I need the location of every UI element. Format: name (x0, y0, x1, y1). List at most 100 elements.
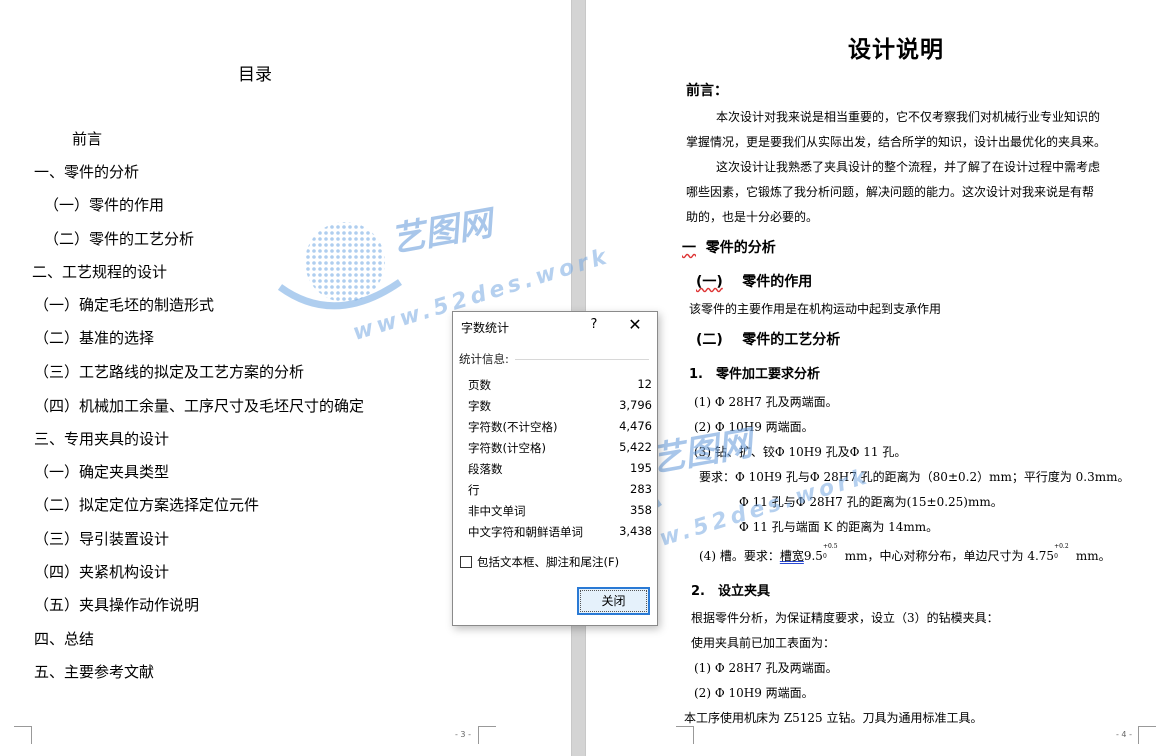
stat-label: 段落数 (468, 462, 503, 476)
item-heading: 1. 零件加工要求分析 (689, 367, 820, 382)
help-button[interactable]: ? (586, 317, 602, 332)
stat-label: 字符数(不计空格) (468, 420, 558, 434)
paragraph-line: (1) Φ 28H7 孔及两端面。 (694, 661, 838, 675)
toc-item[interactable]: 五、主要参考文献 (34, 661, 154, 682)
toc-item[interactable]: （四）夹紧机构设计 (34, 561, 169, 582)
req4-groove: 槽宽 (779, 549, 804, 563)
subsection-heading: (二) 零件的工艺分析 (696, 329, 840, 349)
toc-item[interactable]: 前言 (72, 128, 102, 149)
stat-row: 字数 3,796 (468, 398, 652, 419)
stat-label: 非中文单词 (468, 504, 526, 518)
tolerance-sup: +0.5 (822, 543, 838, 550)
close-button[interactable]: 关闭 (577, 587, 650, 615)
tolerance-sup: +0.2 (1054, 543, 1069, 550)
page-number: - 4 - (1116, 730, 1132, 739)
stat-value: 195 (630, 461, 652, 475)
paragraph-line: 掌握情况，更是要我们从实际出发，结合所学的知识，设计出最优化的夹具来。 (686, 135, 1107, 149)
page-corner-mark (14, 726, 32, 744)
section-text: 零件的分析 (705, 240, 776, 256)
stat-row: 段落数 195 (468, 461, 652, 482)
page-number: - 3 - (455, 730, 471, 739)
checkbox-box[interactable] (460, 556, 472, 568)
toc-item[interactable]: （一）零件的作用 (44, 194, 164, 215)
page-corner-mark (1138, 726, 1156, 744)
preface-heading: 前言： (686, 83, 728, 99)
paragraph-line: 该零件的主要作用是在机构运动中起到支承作用 (689, 302, 942, 316)
close-icon[interactable]: ✕ (624, 315, 646, 335)
toc-title: 目录 (238, 65, 272, 85)
stat-label: 字数 (468, 399, 491, 413)
stat-label: 行 (468, 483, 480, 497)
requirement-line: (2) Φ 10H9 两端面。 (694, 420, 814, 434)
requirement-line: (3) 钻、扩、铰Φ 10H9 孔及Φ 11 孔。 (694, 445, 907, 459)
page-corner-mark (676, 726, 694, 744)
toc-item[interactable]: （二）拟定定位方案选择定位元件 (34, 494, 259, 515)
toc-item[interactable]: 二、工艺规程的设计 (32, 261, 167, 282)
subsection-number: (一) (696, 274, 723, 290)
paragraph-line: 这次设计让我熟悉了夹具设计的整个流程，并了解了在设计过程中需考虑 (716, 160, 1101, 174)
paragraph-line: 本次设计对我来说是相当重要的，它不仅考察我们对机械行业专业知识的 (716, 110, 1101, 124)
toc-item[interactable]: （三）导引装置设计 (34, 528, 169, 549)
stat-row: 中文字符和朝鲜语单词 3,438 (468, 524, 652, 545)
divider (515, 359, 649, 360)
stat-value: 4,476 (619, 419, 652, 433)
tolerance-sub: 0 (1054, 553, 1058, 560)
item-heading: 2. 设立夹具 (691, 584, 770, 599)
stat-row: 字符数(计空格) 5,422 (468, 440, 652, 461)
subsection-number: (二) (696, 332, 723, 348)
req4-value: 9.5 (803, 549, 823, 563)
req4-mid: mm，中心对称分布，单边尺寸为 4.75 (844, 549, 1055, 563)
req4-end: mm。 (1075, 549, 1111, 563)
paragraph-line: 根据零件分析，为保证精度要求，设立（3）的钻模夹具： (691, 611, 999, 625)
dialog-title: 字数统计 (461, 321, 510, 335)
toc-item[interactable]: （二）零件的工艺分析 (44, 228, 194, 249)
paragraph-line: 哪些因素，它锻炼了我分析问题，解决问题的能力。这次设计对我来说是有帮 (686, 185, 1095, 199)
stat-label: 字符数(计空格) (468, 441, 546, 455)
toc-item[interactable]: （三）工艺路线的拟定及工艺方案的分析 (34, 361, 304, 382)
toc-item[interactable]: （一）确定夹具类型 (34, 461, 169, 482)
requirement-line: (4) 槽。要求：槽宽9.5 +0.5 0 mm，中心对称分布，单边尺寸为 4.75… (699, 543, 1111, 564)
stat-row: 行 283 (468, 482, 652, 503)
toc-item[interactable]: 三、专用夹具的设计 (34, 428, 169, 449)
stat-label: 中文字符和朝鲜语单词 (468, 525, 583, 539)
statistics-label: 统计信息: (459, 352, 509, 366)
paragraph-line: (2) Φ 10H9 两端面。 (694, 686, 814, 700)
subsection-text: 零件的作用 (742, 274, 813, 290)
requirement-line: Φ 11 孔与端面 K 的距离为 14mm。 (739, 520, 939, 534)
doc-title: 设计说明 (848, 37, 944, 63)
right-page: 设计说明 前言： 本次设计对我来说是相当重要的，它不仅考察我们对机械行业专业知识… (586, 0, 1158, 756)
paragraph-line: 本工序使用机床为 Z5125 立钻。刀具为通用标准工具。 (684, 711, 983, 725)
toc-item[interactable]: （一）确定毛坯的制造形式 (34, 294, 214, 315)
tolerance-sub: 0 (822, 553, 827, 560)
req4-prefix: (4) 槽。要求： (699, 549, 780, 563)
stat-value: 12 (637, 377, 652, 391)
stat-value: 283 (630, 482, 652, 496)
page-corner-mark (478, 726, 496, 744)
paragraph-line: 使用夹具前已加工表面为： (691, 636, 836, 650)
toc-item[interactable]: 一、零件的分析 (34, 161, 139, 182)
stat-row: 非中文单词 358 (468, 503, 652, 524)
stat-value: 5,422 (619, 440, 652, 454)
requirement-line: (1) Φ 28H7 孔及两端面。 (694, 395, 838, 409)
include-textboxes-checkbox[interactable]: 包括文本框、脚注和尾注(F) (460, 554, 619, 570)
stat-row: 页数 12 (468, 377, 652, 398)
toc-item[interactable]: （四）机械加工余量、工序尺寸及毛坯尺寸的确定 (34, 395, 364, 416)
toc-item[interactable]: （五）夹具操作动作说明 (34, 594, 199, 615)
checkbox-label: 包括文本框、脚注和尾注(F) (477, 555, 620, 569)
subsection-heading: (一) 零件的作用 (696, 271, 812, 291)
section-number: 一 (682, 240, 696, 256)
requirement-line: 要求：Φ 10H9 孔与Φ 28H7 孔的距离为（80±0.2）mm；平行度为 … (699, 470, 1130, 484)
toc-item[interactable]: 四、总结 (34, 628, 94, 649)
section-heading: 一 零件的分析 (682, 237, 776, 257)
subsection-text: 零件的工艺分析 (742, 332, 841, 348)
stat-row: 字符数(不计空格) 4,476 (468, 419, 652, 440)
stat-value: 3,438 (619, 524, 652, 538)
paragraph-line: 助的，也是十分必要的。 (686, 210, 819, 224)
stat-value: 358 (630, 503, 652, 517)
toc-item[interactable]: （二）基准的选择 (34, 327, 154, 348)
focus-ring (580, 590, 647, 612)
word-count-dialog: 字数统计 ? ✕ 统计信息: 页数 12 字数 3,796 字符数(不计空格) … (452, 311, 658, 626)
stat-label: 页数 (468, 378, 491, 392)
requirement-line: Φ 11 孔与Φ 28H7 孔的距离为(15±0.25)mm。 (739, 495, 1003, 509)
stat-value: 3,796 (619, 398, 652, 412)
